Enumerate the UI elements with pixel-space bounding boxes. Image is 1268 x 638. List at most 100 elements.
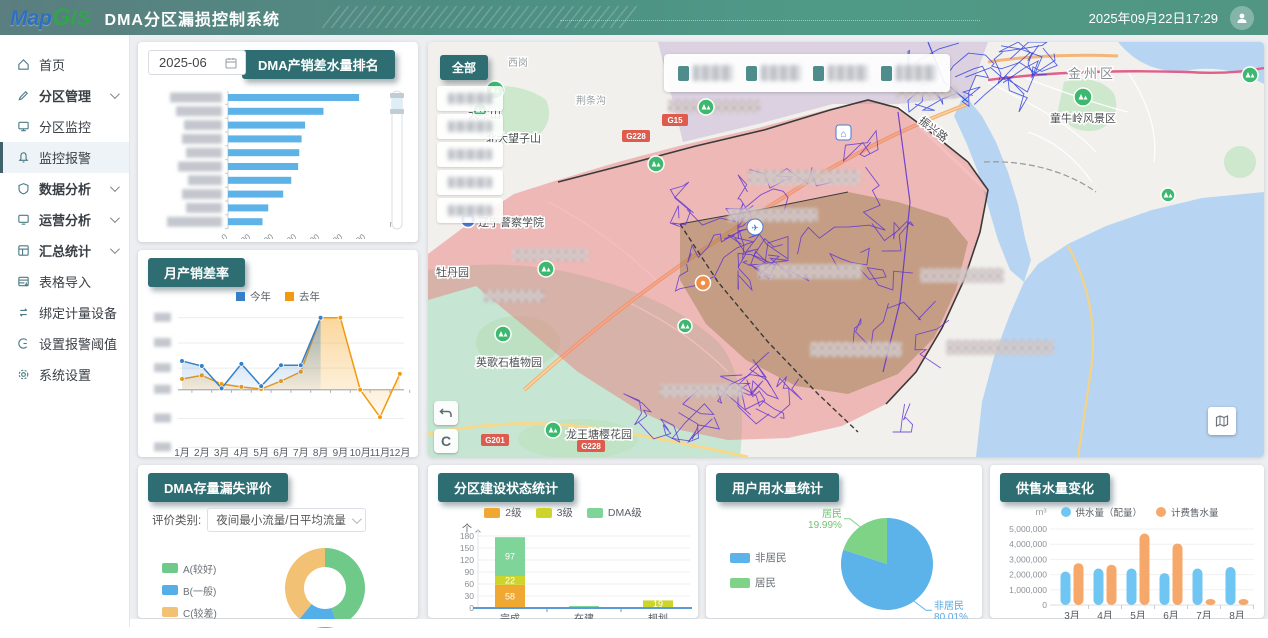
svg-text:9月: 9月 [333,447,349,459]
legend-level3[interactable]: 3级 [536,505,573,520]
svg-text:2,000,000: 2,000,000 [1009,570,1047,580]
map-legend-item [881,65,936,81]
svg-text:90: 90 [465,567,475,577]
evaluation-type-select[interactable]: 夜间最小流量/日平均流量 [207,508,366,532]
svg-text:个: 个 [462,523,472,535]
sidebar-item-4[interactable]: 数据分析 [0,173,129,204]
sidebar-item-label: 表格导入 [39,272,91,291]
svg-text:12月: 12月 [389,447,410,459]
legend-grade-a[interactable]: A(较好) [162,561,217,576]
svg-text:G228: G228 [626,132,646,141]
sidebar-item-2[interactable]: 分区监控 [0,111,129,142]
map-canvas[interactable]: 西岗 荆条沟 大牛山 北大望子山 金州区 童牛岭风景区 辽宁警察学院 牡丹园 英… [428,42,1264,457]
map-back-button[interactable] [434,401,458,425]
svg-text:20,000: 20,000 [249,232,276,239]
sidebar-item-7[interactable]: 表格导入 [0,266,129,297]
map-zone-list-item[interactable] [437,142,503,167]
sidebar-item-3[interactable]: 监控报警 [0,142,129,173]
sidebar-item-8[interactable]: 绑定计量设备 [0,297,129,328]
sidebar-item-5[interactable]: 运营分析 [0,204,129,235]
chevron-down-icon [110,89,120,99]
legend-resident[interactable]: 居民 [730,575,787,590]
svg-text:英歌石植物园: 英歌石植物园 [476,355,542,369]
svg-text:G228: G228 [581,442,601,451]
map-zone-list [437,86,503,223]
legend-grade-b[interactable]: B(一般) [162,583,217,598]
sidebar-item-label: 汇总统计 [39,241,91,260]
map-panel[interactable]: 西岗 荆条沟 大牛山 北大望子山 金州区 童牛岭风景区 辽宁警察学院 牡丹园 英… [428,42,1264,457]
legend-this-year[interactable]: 今年 [236,289,271,304]
sidebar-item-0[interactable]: 首页 [0,49,129,80]
supply-bar-chart[interactable]: 01,000,0002,000,0003,000,0004,000,0005,0… [994,519,1260,627]
map-refresh-button[interactable]: C [434,429,458,453]
svg-text:0: 0 [1042,600,1047,610]
svg-text:1月: 1月 [174,447,190,459]
y-axis-unit: m³ [1035,507,1046,518]
svg-text:2月: 2月 [194,447,210,459]
legend-color-block [881,66,892,81]
undo-icon [439,406,453,420]
legend-nonresident[interactable]: 非居民 [730,550,787,565]
sidebar-item-10[interactable]: 系统设置 [0,359,129,390]
svg-text:58: 58 [505,591,515,601]
svg-text:金州区: 金州区 [1068,66,1116,81]
sidebar-item-label: 首页 [39,55,65,74]
svg-text:30: 30 [465,591,475,601]
sidebar-item-label: 监控报警 [39,148,91,167]
svg-text:30,000: 30,000 [272,232,299,239]
legend-color-block [813,66,824,81]
legend-grade-c[interactable]: C(较差) [162,605,217,620]
map-zone-list-item[interactable] [437,114,503,139]
svg-text:0: 0 [219,232,229,239]
legend-billed[interactable]: 计费售水量 [1156,505,1219,519]
svg-text:5,000,000: 5,000,000 [1009,524,1047,534]
sidebar-item-1[interactable]: 分区管理 [0,80,129,111]
app-header: MapGIS DMA分区漏损控制系统 2025年09月22日17:29 [0,0,1268,35]
map-zone-list-item[interactable] [437,198,503,223]
user-avatar[interactable] [1230,6,1254,30]
panel-title: 用户用水量统计 [716,473,839,502]
datetime-label: 2025年09月22日17:29 [1089,8,1218,27]
svg-text:7月: 7月 [293,447,309,459]
svg-text:22: 22 [505,575,515,585]
svg-text:60,000: 60,000 [341,232,368,239]
svg-text:120: 120 [460,555,474,565]
svg-text:荆条沟: 荆条沟 [576,94,606,107]
svg-text:8月: 8月 [313,447,329,459]
month-picker-input[interactable] [157,54,219,71]
panel-monthly-rate: 月产销差率 今年 去年 1月2月3月4月5月6月7月8月9月10月11月12月 [138,250,418,457]
rank-bar-chart[interactable]: 010,00020,00030,00040,00050,00060,000m³ [142,81,414,239]
svg-text:1,000,000: 1,000,000 [1009,585,1047,595]
svg-text:3,000,000: 3,000,000 [1009,554,1047,564]
legend-supply[interactable]: 供水量（配量） [1061,505,1143,519]
monthly-line-chart[interactable]: 1月2月3月4月5月6月7月8月9月10月11月12月 [142,304,414,466]
svg-text:4月: 4月 [234,447,250,459]
sidebar-item-6[interactable]: 汇总统计 [0,235,129,266]
svg-text:童牛岭风景区: 童牛岭风景区 [1050,111,1116,125]
panel-title: DMA存量漏失评价 [148,473,288,502]
gauge-icon [17,337,30,350]
display-icon [17,213,30,226]
bell-icon [17,151,30,164]
legend-color-block [678,66,689,81]
sidebar-item-label: 设置报警阈值 [39,334,117,353]
legend-dma[interactable]: DMA级 [587,505,642,520]
map-layers-button[interactable] [1208,407,1236,435]
calendar-icon [225,57,237,69]
svg-text:G201: G201 [485,436,505,445]
construction-stacked-bar-chart[interactable]: 0306090120150180个582297完成在建19规划 [432,520,694,632]
sidebar-item-label: 分区监控 [39,117,91,136]
map-zone-list-item[interactable] [437,86,503,111]
sidebar-item-9[interactable]: 设置报警阈值 [0,328,129,359]
legend-last-year[interactable]: 去年 [285,289,320,304]
map-zone-list-item[interactable] [437,170,503,195]
panel-supply-sales: 供售水量变化 m³ 供水量（配量） 计费售水量 01,000,0002,000,… [990,465,1264,618]
chevron-down-icon [110,182,120,192]
month-picker[interactable] [148,50,246,75]
map-filter-all-button[interactable]: 全部 [440,55,488,80]
usage-pie-chart[interactable]: 居民19.99%非居民80.01% [795,502,975,620]
legend-level2[interactable]: 2级 [484,505,521,520]
header-decoration [321,6,638,28]
svg-text:⌂: ⌂ [840,129,846,140]
sidebar-item-label: 运营分析 [39,210,91,229]
